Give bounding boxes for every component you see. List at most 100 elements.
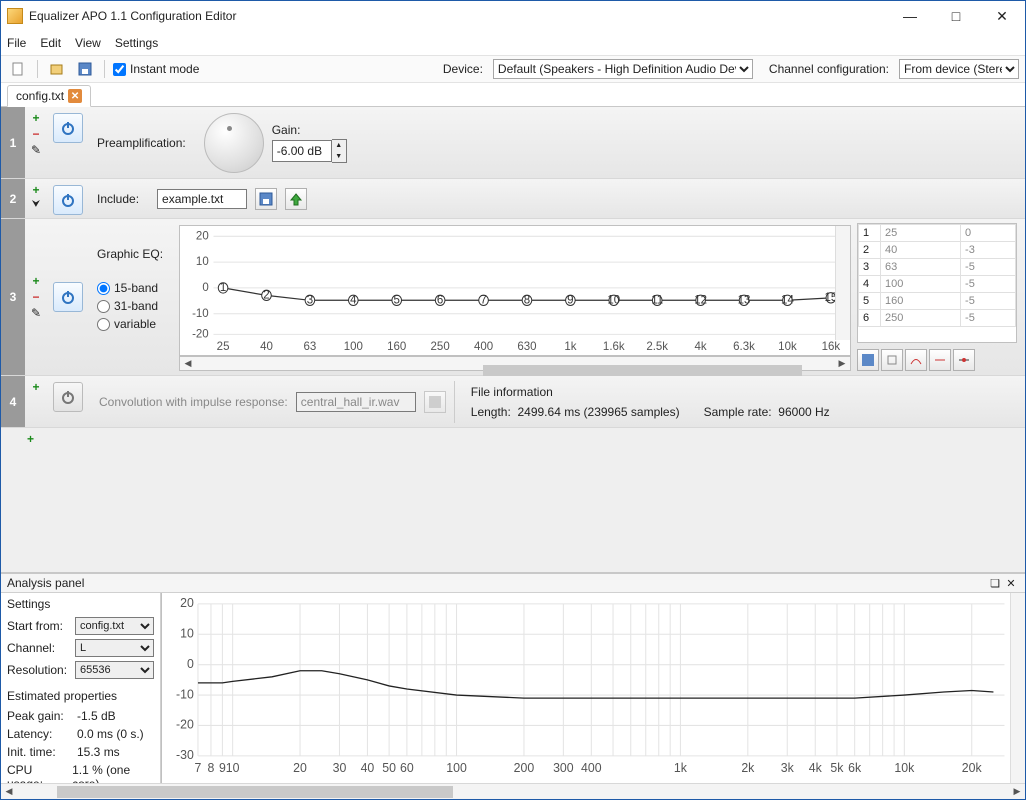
remove-icon[interactable]: − <box>32 290 39 304</box>
channel-select[interactable]: L <box>75 639 154 657</box>
svg-text:-10: -10 <box>176 687 194 701</box>
radio-31band[interactable]: 31-band <box>97 299 165 313</box>
analysis-title: Analysis panel <box>7 576 987 590</box>
edit-icon[interactable]: ✎ <box>31 143 41 157</box>
svg-text:20: 20 <box>180 596 194 610</box>
close-button[interactable]: ✕ <box>979 1 1025 31</box>
close-tab-button[interactable]: ✕ <box>68 89 82 103</box>
tabbar: config.txt ✕ <box>1 83 1025 107</box>
eq-reset-button[interactable] <box>953 349 975 371</box>
svg-text:2: 2 <box>263 287 270 302</box>
add-icon[interactable]: + <box>32 111 39 125</box>
svg-text:3: 3 <box>307 292 314 307</box>
power-toggle[interactable] <box>53 185 83 215</box>
filter-list-area: 1 + − ✎ Preamplification: Gain: ▲▼ 2 + ⮟ <box>1 107 1025 572</box>
analysis-plot[interactable]: 20100-10-20-30 7891020304050601002003004… <box>161 593 1025 783</box>
add-icon[interactable]: + <box>32 274 39 288</box>
power-toggle-off[interactable] <box>53 382 83 412</box>
svg-text:1.6k: 1.6k <box>603 338 625 353</box>
row-number: 4 <box>1 376 25 427</box>
svg-text:8: 8 <box>524 292 531 307</box>
gain-input[interactable] <box>272 140 332 162</box>
analysis-panel: Analysis panel ❏ ✕ Settings Start from:c… <box>1 572 1025 799</box>
analysis-settings: Settings Start from:config.txt Channel:L… <box>1 593 161 783</box>
expand-icon[interactable]: ⮟ <box>32 199 41 210</box>
analysis-close-button[interactable]: ✕ <box>1003 577 1019 590</box>
gain-spin-down[interactable]: ▼ <box>332 151 346 162</box>
svg-text:4: 4 <box>350 292 357 307</box>
start-from-select[interactable]: config.txt <box>75 617 154 635</box>
row-number: 2 <box>1 179 25 218</box>
menu-file[interactable]: File <box>7 36 26 50</box>
add-icon[interactable]: + <box>32 380 39 394</box>
svg-text:9: 9 <box>567 292 574 307</box>
analysis-vscroll[interactable] <box>1010 593 1025 783</box>
svg-text:50: 50 <box>382 761 396 775</box>
svg-text:20: 20 <box>293 761 307 775</box>
impulse-file-input <box>296 392 416 412</box>
power-toggle[interactable] <box>53 113 83 143</box>
power-toggle[interactable] <box>53 282 83 312</box>
device-select[interactable]: Default (Speakers - High Definition Audi… <box>493 59 753 79</box>
svg-text:2.5k: 2.5k <box>646 338 668 353</box>
open-file-button[interactable] <box>46 58 68 80</box>
add-filter-row[interactable]: + <box>1 428 1025 450</box>
eq-normalize-button[interactable] <box>929 349 951 371</box>
svg-text:-20: -20 <box>176 717 194 731</box>
svg-text:-10: -10 <box>192 305 209 320</box>
svg-text:40: 40 <box>260 338 273 353</box>
svg-text:-20: -20 <box>192 326 209 341</box>
save-file-button[interactable] <box>74 58 96 80</box>
toolbar: Instant mode Device: Default (Speakers -… <box>1 55 1025 83</box>
svg-text:4k: 4k <box>809 761 823 775</box>
gain-spin-up[interactable]: ▲ <box>332 140 346 151</box>
resolution-select[interactable]: 65536 <box>75 661 154 679</box>
analysis-undock-button[interactable]: ❏ <box>987 577 1003 590</box>
eq-invert-button[interactable] <box>905 349 927 371</box>
svg-text:1k: 1k <box>564 338 576 353</box>
svg-text:2k: 2k <box>741 761 755 775</box>
instant-mode-label: Instant mode <box>130 62 199 76</box>
eq-hscroll[interactable]: ◀▶ <box>179 356 851 371</box>
preamp-label: Preamplification: <box>97 136 186 150</box>
gain-label: Gain: <box>272 123 347 137</box>
radio-15band[interactable]: 15-band <box>97 281 165 295</box>
svg-text:10: 10 <box>196 254 209 269</box>
svg-text:1: 1 <box>220 280 227 295</box>
analysis-hscroll[interactable]: ◀▶ <box>1 783 1025 799</box>
tab-config[interactable]: config.txt ✕ <box>7 85 91 107</box>
svg-text:0: 0 <box>187 657 194 671</box>
svg-text:10k: 10k <box>778 338 797 353</box>
include-file-input[interactable] <box>157 189 247 209</box>
add-icon: + <box>27 432 34 446</box>
open-folder-button[interactable] <box>285 188 307 210</box>
svg-text:20k: 20k <box>962 761 983 775</box>
svg-text:7: 7 <box>480 292 487 307</box>
eq-vscroll[interactable] <box>835 226 850 340</box>
browse-file-button[interactable] <box>255 188 277 210</box>
menu-view[interactable]: View <box>75 36 101 50</box>
gain-dial[interactable] <box>204 113 264 173</box>
browse-impulse-button[interactable] <box>424 391 446 413</box>
eq-copy-button[interactable] <box>881 349 903 371</box>
instant-mode-checkbox[interactable]: Instant mode <box>113 62 199 76</box>
eq-band-table[interactable]: 1250240-3363-54100-55160-56250-5 <box>857 223 1017 343</box>
eq-save-button[interactable] <box>857 349 879 371</box>
svg-text:14: 14 <box>781 292 794 307</box>
edit-icon[interactable]: ✎ <box>31 306 41 320</box>
menu-edit[interactable]: Edit <box>40 36 61 50</box>
separator <box>104 60 105 78</box>
svg-text:3k: 3k <box>781 761 795 775</box>
add-icon[interactable]: + <box>32 183 39 197</box>
minimize-button[interactable]: — <box>887 1 933 31</box>
menu-settings[interactable]: Settings <box>115 36 158 50</box>
graphic-eq-label: Graphic EQ: <box>97 247 171 261</box>
radio-variable[interactable]: variable <box>97 317 165 331</box>
channel-config-select[interactable]: From device (Stereo) <box>899 59 1019 79</box>
svg-text:8: 8 <box>208 761 215 775</box>
maximize-button[interactable]: □ <box>933 1 979 31</box>
eq-plot[interactable]: 20100-10-20 2540631001602504006301k1.6k2… <box>179 225 851 356</box>
remove-icon[interactable]: − <box>32 127 39 141</box>
menubar: File Edit View Settings <box>1 31 1025 55</box>
new-file-button[interactable] <box>7 58 29 80</box>
